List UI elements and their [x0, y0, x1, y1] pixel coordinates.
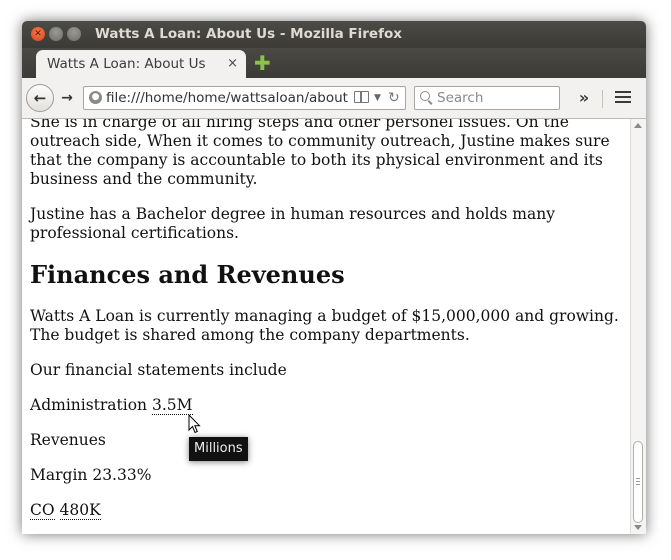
- vertical-scrollbar[interactable]: [630, 119, 646, 534]
- toolbar-overflow-icon[interactable]: »: [574, 86, 594, 110]
- section-heading: Finances and Revenues: [30, 260, 345, 289]
- title-bar: ✕ Watts A Loan: About Us - Mozilla Firef…: [22, 21, 646, 48]
- tab-label: Watts A Loan: About Us: [47, 56, 206, 72]
- new-tab-icon[interactable]: ✚: [254, 51, 271, 75]
- window-minimize-icon[interactable]: [49, 27, 63, 41]
- paragraph-hiring: She is in charge of all hiring steps and…: [30, 119, 610, 188]
- abbr-tooltip: Millions: [189, 437, 248, 461]
- scroll-down-icon[interactable]: [634, 525, 642, 530]
- margin-line: Margin 23.33%: [30, 466, 620, 485]
- url-text[interactable]: file:///home/home/wattsaloan/about: [106, 87, 350, 109]
- co-line: CO 480K: [30, 501, 620, 520]
- globe-icon[interactable]: ●: [89, 91, 102, 104]
- margin-label: Margin: [30, 466, 88, 484]
- window-title: Watts A Loan: About Us - Mozilla Firefox: [95, 26, 402, 42]
- chevron-down-icon[interactable]: ▼: [374, 87, 381, 109]
- search-input[interactable]: [437, 87, 555, 109]
- url-bar[interactable]: ● file:///home/home/wattsaloan/about ▼ ↻: [83, 86, 406, 110]
- margin-value: 23.33%: [92, 466, 152, 484]
- administration-label: Administration: [30, 396, 148, 414]
- scrollbar-thumb[interactable]: [633, 441, 643, 523]
- reader-view-icon[interactable]: [354, 91, 369, 103]
- scroll-up-icon[interactable]: [634, 123, 642, 128]
- navigation-toolbar: ← → ● file:///home/home/wattsaloan/about…: [22, 78, 646, 119]
- reload-icon[interactable]: ↻: [388, 87, 400, 109]
- back-arrow-icon[interactable]: ←: [26, 84, 54, 112]
- mouse-pointer-icon: [188, 414, 201, 434]
- window-maximize-icon[interactable]: [67, 27, 81, 41]
- search-icon: [420, 91, 430, 101]
- paragraph-statements: Our financial statements include: [30, 361, 287, 379]
- co-abbr[interactable]: CO: [30, 501, 55, 520]
- paragraph-budget: Watts A Loan is currently managing a bud…: [30, 307, 619, 344]
- tab-strip: Watts A Loan: About Us × ✚: [22, 48, 646, 78]
- administration-value[interactable]: 3.5M: [151, 396, 193, 415]
- tab-about-us[interactable]: Watts A Loan: About Us ×: [36, 50, 246, 78]
- paragraph-degree: Justine has a Bachelor degree in human r…: [30, 205, 555, 242]
- co-value[interactable]: 480K: [59, 501, 101, 520]
- window-close-icon[interactable]: ✕: [31, 27, 45, 41]
- hamburger-menu-icon[interactable]: [615, 91, 631, 105]
- forward-arrow-icon[interactable]: →: [56, 88, 78, 108]
- page-content: She is in charge of all hiring steps and…: [22, 119, 630, 534]
- tab-close-icon[interactable]: ×: [227, 50, 238, 78]
- back-forward-group: ← →: [26, 84, 82, 112]
- browser-window: ✕ Watts A Loan: About Us - Mozilla Firef…: [22, 21, 646, 534]
- toolbar-divider: [602, 90, 603, 108]
- search-bar[interactable]: [414, 86, 560, 110]
- revenues-label: Revenues: [30, 431, 106, 449]
- administration-line: Administration 3.5M: [30, 396, 620, 415]
- article: She is in charge of all hiring steps and…: [30, 119, 620, 534]
- revenues-line: Revenues: [30, 431, 620, 450]
